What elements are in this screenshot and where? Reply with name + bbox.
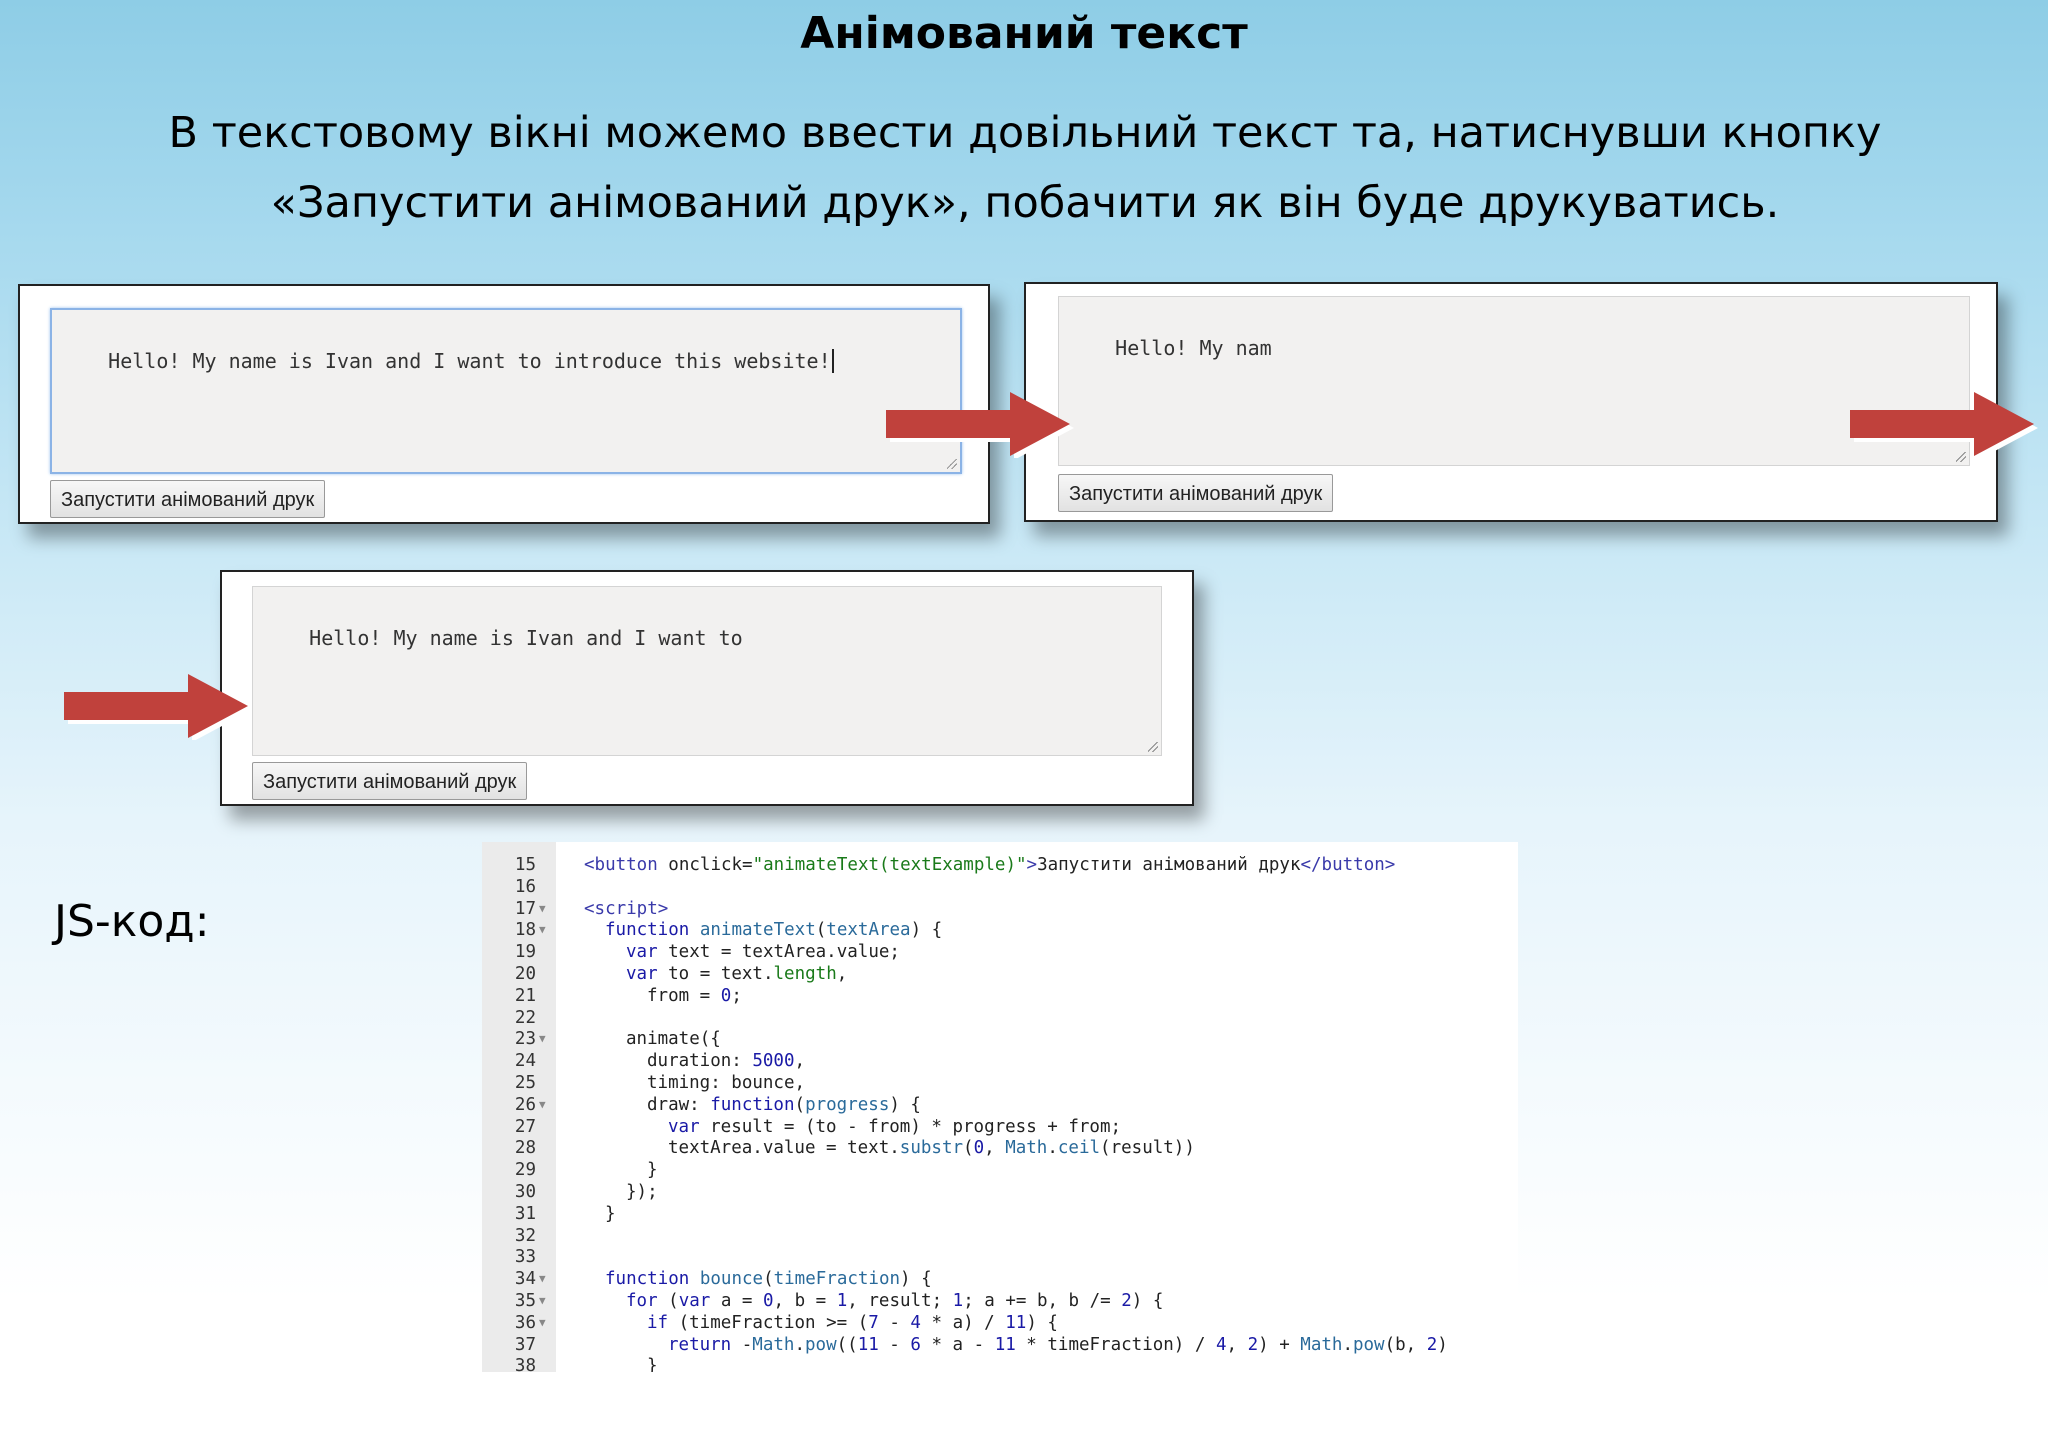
line-number: 35 [514, 1291, 536, 1311]
fold-toggle-icon[interactable]: ▼ [539, 1268, 546, 1290]
arrow-right-icon [1850, 392, 2038, 458]
fold-toggle-icon[interactable]: ▼ [539, 1290, 546, 1312]
line-number: 20 [514, 964, 536, 984]
line-number: 33 [514, 1247, 536, 1268]
code-text: function animateText(textArea) { [605, 920, 943, 941]
fold-toggle-icon[interactable]: ▼ [539, 919, 546, 941]
fold-toggle-icon[interactable]: ▼ [539, 1028, 546, 1050]
code-text: duration: 5000, [647, 1051, 806, 1072]
code-text: draw: function(progress) { [647, 1094, 921, 1115]
animated-text-input[interactable]: Hello! My name is Ivan and I want to int… [50, 308, 962, 474]
code-line: 17 ▼ <script> [482, 898, 1518, 920]
code-editor: 15 <button onclick="animateText(textExamp… [482, 842, 1518, 1372]
code-text: } [647, 1356, 658, 1372]
code-text: return -Math.pow((11 - 6 * a - 11 * time… [668, 1334, 1448, 1355]
start-animation-button[interactable]: Запустити анімований друк [50, 480, 326, 518]
code-text: <button onclick="animateText(textExample… [584, 855, 1396, 875]
fold-toggle-icon[interactable]: ▼ [539, 898, 546, 920]
textarea-content: Hello! My nam [1115, 336, 1272, 360]
line-number: 30 [514, 1182, 536, 1202]
code-line: 18 ▼ function animateText(textArea) { [482, 919, 1518, 941]
fold-toggle-icon[interactable]: ▼ [539, 1094, 546, 1116]
demo-window-1: Hello! My name is Ivan and I want to int… [18, 284, 990, 524]
resize-grip-icon[interactable] [947, 459, 957, 469]
textarea-content: Hello! My name is Ivan and I want to int… [108, 349, 831, 373]
code-line: 25 timing: bounce, [482, 1072, 1518, 1094]
line-number: 31 [514, 1203, 536, 1224]
line-number: 29 [514, 1160, 536, 1181]
text-cursor: ​ [831, 349, 834, 373]
line-number: 24 [514, 1051, 536, 1072]
line-number: 38 [514, 1356, 536, 1372]
line-number: 36 [514, 1312, 536, 1333]
line-number: 25 [514, 1073, 536, 1093]
line-number: 21 [514, 985, 536, 1006]
code-line: 28 textArea.value = text.substr(0, Math.c… [482, 1137, 1518, 1159]
fold-toggle-icon[interactable]: ▼ [539, 1312, 546, 1334]
code-text: animate({ [626, 1029, 721, 1050]
js-code-label: JS-код: [54, 896, 210, 947]
code-line: 35 ▼ for (var a = 0, b = 1, result; 1; a +… [482, 1290, 1518, 1312]
code-line: 36 ▼ if (timeFraction >= (7 - 4 * a) / 11)… [482, 1312, 1518, 1334]
line-number: 23 [514, 1029, 536, 1050]
animated-text-output[interactable]: Hello! My name is Ivan and I want to [252, 586, 1162, 756]
code-line: 26 ▼ draw: function(progress) { [482, 1094, 1518, 1116]
line-number: 34 [514, 1269, 536, 1290]
line-number: 15 [514, 855, 536, 875]
code-line: 21 from = 0; [482, 985, 1518, 1007]
resize-grip-icon[interactable] [1148, 742, 1158, 752]
line-number: 32 [514, 1225, 536, 1246]
animated-text-output[interactable]: Hello! My nam [1058, 296, 1970, 466]
line-number: 26 [514, 1094, 536, 1115]
code-text: } [605, 1203, 616, 1224]
code-line: 27 var result = (to - from) * progress + … [482, 1116, 1518, 1138]
code-text: var result = (to - from) * progress + fr… [668, 1116, 1122, 1137]
code-line: 37 return -Math.pow((11 - 6 * a - 11 * ti… [482, 1334, 1518, 1356]
code-line: 24 duration: 5000, [482, 1050, 1518, 1072]
code-text: textArea.value = text.substr(0, Math.cei… [668, 1138, 1195, 1159]
code-text: var to = text.length, [626, 964, 848, 984]
start-animation-button[interactable]: Запустити анімований друк [1058, 474, 1334, 512]
arrow-right-icon [64, 674, 252, 740]
code-line: 38} [482, 1355, 1518, 1372]
demo-window-3: Hello! My name is Ivan and I want to Зап… [220, 570, 1194, 806]
code-text: <script> [584, 898, 669, 919]
line-number: 17 [514, 898, 536, 919]
line-number: 16 [514, 876, 536, 897]
code-line: 31} [482, 1203, 1518, 1225]
line-number: 37 [514, 1334, 536, 1355]
line-number: 18 [514, 920, 536, 941]
line-number: 19 [514, 942, 536, 963]
code-text: }); [626, 1182, 658, 1202]
code-line: 22 [482, 1007, 1518, 1029]
code-line: 33 [482, 1246, 1518, 1268]
code-text: timing: bounce, [647, 1073, 806, 1093]
slide-title: Анімований текст [800, 8, 1248, 59]
code-line: 32 [482, 1225, 1518, 1247]
slide-description: В текстовому вікні можемо ввести довільн… [168, 108, 1882, 228]
code-line: 16 [482, 876, 1518, 898]
arrow-right-icon [886, 392, 1074, 458]
line-number: 28 [514, 1138, 536, 1159]
code-text: function bounce(timeFraction) { [605, 1269, 932, 1290]
code-text: var text = textArea.value; [626, 942, 900, 963]
code-line: 19 var text = textArea.value; [482, 941, 1518, 963]
code-line: 23 ▼ animate({ [482, 1028, 1518, 1050]
line-number: 27 [514, 1116, 536, 1137]
code-text: } [647, 1160, 658, 1181]
code-text: if (timeFraction >= (7 - 4 * a) / 11) { [647, 1312, 1058, 1333]
code-line: 34 ▼ function bounce(timeFraction) { [482, 1268, 1518, 1290]
code-text: from = 0; [647, 985, 742, 1006]
code-line: 20 var to = text.length, [482, 963, 1518, 985]
code-line: 30}); [482, 1181, 1518, 1203]
textarea-content: Hello! My name is Ivan and I want to [309, 626, 743, 650]
code-text: for (var a = 0, b = 1, result; 1; a += b… [626, 1291, 1164, 1311]
line-number: 22 [514, 1007, 536, 1028]
code-line: 29} [482, 1159, 1518, 1181]
start-animation-button[interactable]: Запустити анімований друк [252, 762, 528, 800]
code-line: 15 <button onclick="animateText(textExamp… [482, 854, 1518, 876]
